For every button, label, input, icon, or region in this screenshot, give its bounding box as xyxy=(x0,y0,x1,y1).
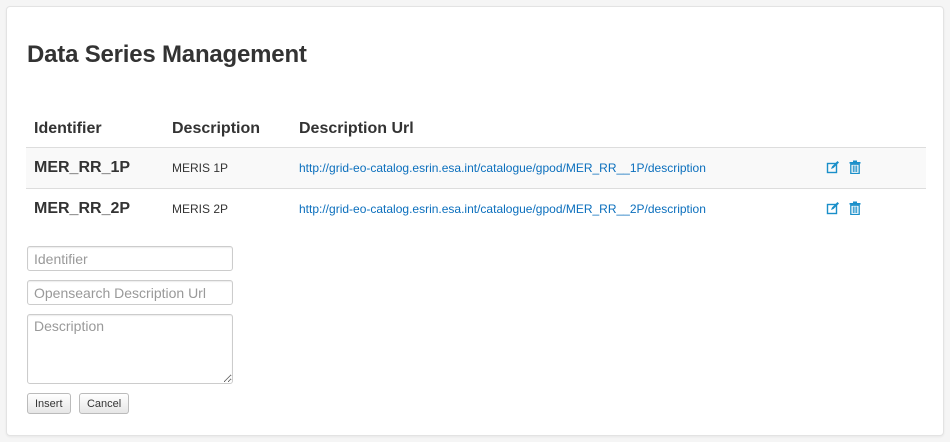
trash-icon[interactable] xyxy=(849,160,865,176)
edit-icon[interactable] xyxy=(826,160,842,176)
data-series-table: Identifier Description Description Url M… xyxy=(26,111,926,229)
row-actions xyxy=(818,147,926,189)
row-description-url-link[interactable]: http://grid-eo-catalog.esrin.esa.int/cat… xyxy=(299,202,706,216)
row-description: MERIS 2P xyxy=(164,188,291,229)
column-header-identifier: Identifier xyxy=(34,120,102,137)
row-identifier: MER_RR_2P xyxy=(26,188,164,229)
edit-icon[interactable] xyxy=(826,201,842,217)
identifier-input[interactable] xyxy=(27,246,233,271)
insert-form: Insert Cancel xyxy=(27,246,233,414)
row-actions xyxy=(818,188,926,229)
table-row: MER_RR_2P MERIS 2P http://grid-eo-catalo… xyxy=(26,188,926,229)
data-series-panel: Data Series Management Identifier Descri… xyxy=(6,6,944,436)
row-url-cell: http://grid-eo-catalog.esrin.esa.int/cat… xyxy=(291,188,818,229)
trash-icon[interactable] xyxy=(849,201,865,217)
opensearch-url-input[interactable] xyxy=(27,280,233,305)
cancel-button[interactable]: Cancel xyxy=(78,393,130,414)
table-header-row: Identifier Description Description Url xyxy=(26,111,926,148)
description-textarea[interactable] xyxy=(27,314,233,384)
row-description-url-link[interactable]: http://grid-eo-catalog.esrin.esa.int/cat… xyxy=(299,161,706,175)
row-url-cell: http://grid-eo-catalog.esrin.esa.int/cat… xyxy=(291,147,818,189)
form-buttons: Insert Cancel xyxy=(27,393,233,414)
page-title: Data Series Management xyxy=(27,41,307,68)
row-identifier: MER_RR_1P xyxy=(26,147,164,189)
insert-button[interactable]: Insert xyxy=(27,393,71,414)
column-header-actions xyxy=(818,111,926,148)
column-header-description-url: Description Url xyxy=(299,120,414,137)
row-description: MERIS 1P xyxy=(164,147,291,189)
column-header-description: Description xyxy=(172,120,261,137)
table-row: MER_RR_1P MERIS 1P http://grid-eo-catalo… xyxy=(26,147,926,189)
